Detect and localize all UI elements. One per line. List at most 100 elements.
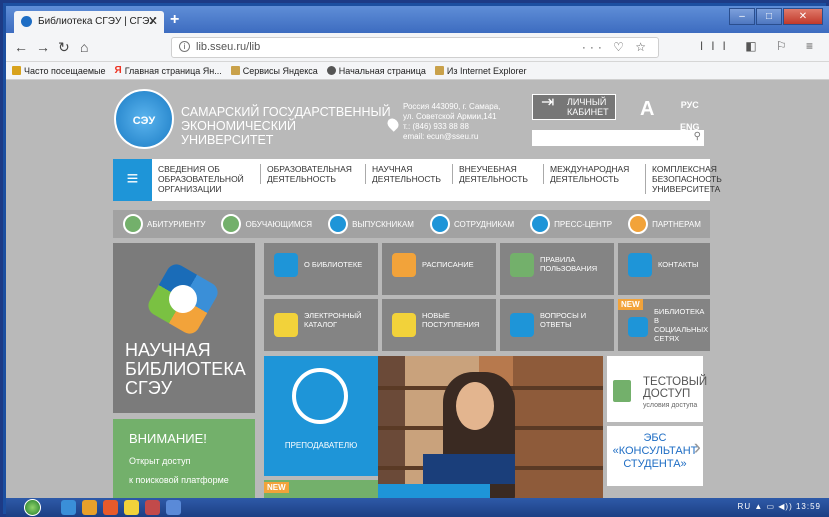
accessibility-font-button[interactable]: A [640, 98, 654, 121]
bookmark-yandex-services[interactable]: Сервисы Яндекса [230, 66, 318, 76]
tile-faq[interactable]: ВОПРОСЫ И ОТВЕТЫ [500, 299, 614, 351]
lang-en-link[interactable]: ENG [680, 116, 700, 138]
audience-applicant-link[interactable]: АБИТУРИЕНТУ [123, 214, 205, 234]
bookmark-most-visited[interactable]: Часто посещаемые [12, 66, 106, 76]
audience-bar: АБИТУРИЕНТУ ОБУЧАЮЩИМСЯ ВЫПУСКНИКАМ СОТР… [113, 210, 710, 238]
contact-info: Россия 443090, г. Самара, ул. Советской … [403, 102, 501, 141]
app-icon[interactable] [166, 500, 181, 515]
new-badge: NEW [618, 299, 643, 310]
tile-schedule[interactable]: РАСПИСАНИЕ [382, 243, 496, 295]
folder-icon [230, 66, 240, 75]
folder-icon [434, 66, 444, 75]
schedule-icon [392, 253, 416, 277]
students-icon [221, 214, 242, 234]
personal-cabinet-button[interactable]: ⇥ ЛИЧНЫЙ КАБИНЕТ [532, 94, 616, 120]
promo-photo [378, 356, 603, 498]
bookmark-start-page[interactable]: Начальная страница [326, 66, 426, 76]
star-icon [12, 66, 21, 75]
blue-tile-strip[interactable] [378, 484, 490, 498]
close-window-button[interactable]: ✕ [783, 8, 823, 25]
menu-item-security[interactable]: КОМПЛЕКСНАЯ БЕЗОПАСНОСТЬ УНИВЕРСИТЕТА [645, 164, 722, 194]
start-button[interactable] [24, 499, 41, 516]
menu-item-extracurricular[interactable]: ВНЕУЧЕБНАЯ ДЕЯТЕЛЬНОСТЬ [452, 164, 537, 184]
arrow-icon [274, 253, 298, 277]
tile-catalog[interactable]: ЭЛЕКТРОННЫЙ КАТАЛОГ [264, 299, 378, 351]
toolbar-icons[interactable]: III ◧ ⚐ ≡ [700, 39, 821, 53]
tab-bar: Библиотека СГЭУ | СГЭУ ✕ + – □ ✕ [6, 6, 829, 33]
attention-line1: Открыт доступ [129, 456, 191, 466]
active-tab[interactable]: Библиотека СГЭУ | СГЭУ ✕ [14, 11, 164, 33]
graduation-cap-icon [328, 214, 349, 234]
menu-item-science[interactable]: НАУЧНАЯ ДЕЯТЕЛЬНОСТЬ [365, 164, 447, 184]
language-indicator[interactable]: RU [738, 502, 752, 511]
handshake-icon [628, 214, 649, 234]
test-access-banner[interactable]: ТЕСТОВЫЙ ДОСТУП условия доступа [607, 356, 707, 422]
audience-partners-link[interactable]: ПАРТНЕРАМ [628, 214, 701, 234]
tile-contacts[interactable]: КОНТАКТЫ [618, 243, 710, 295]
university-logo[interactable]: СЭУ [114, 89, 174, 149]
audience-staff-link[interactable]: СОТРУДНИКАМ [429, 214, 514, 234]
tile-new-arrivals[interactable]: НОВЫЕ ПОСТУПЛЕНИЯ [382, 299, 496, 351]
teachers-icon [292, 368, 348, 424]
chrome-icon[interactable] [82, 500, 97, 515]
menu-item-org-info[interactable]: СВЕДЕНИЯ ОБ ОБРАЗОВАТЕЛЬНОЙ ОРГАНИЗАЦИИ [158, 164, 253, 194]
bookmark-from-ie[interactable]: Из Internet Explorer [434, 66, 527, 76]
library-hero[interactable]: НАУЧНАЯ БИБЛИОТЕКА СГЭУ [113, 243, 255, 413]
contacts-icon [628, 253, 652, 277]
clock[interactable]: 13:59 [796, 502, 821, 511]
address-bar[interactable]: i lib.sseu.ru/lib ··· ♡ ☆ [171, 37, 659, 58]
window-controls: – □ ✕ [728, 8, 823, 25]
menu-hamburger-icon[interactable]: ≡ [113, 159, 152, 201]
close-tab-icon[interactable]: ✕ [148, 14, 158, 28]
navigation-bar: ← → ↻ ⌂ i lib.sseu.ru/lib ··· ♡ ☆ III ◧ … [6, 33, 829, 62]
bookmarks-bar: Часто посещаемые Я Главная страница Ян...… [6, 62, 829, 80]
tile-social[interactable]: NEW БИБЛИОТЕКА В СОЦИАЛЬНЫХ СЕТЯХ [618, 299, 710, 351]
reload-icon[interactable]: ↻ [58, 39, 70, 56]
menu-item-education[interactable]: ОБРАЗОВАТЕЛЬНАЯ ДЕЯТЕЛЬНОСТЬ [260, 164, 358, 184]
ebs-student-consultant-banner[interactable]: ЭБС «КОНСУЛЬТАНТ СТУДЕНТА» › [607, 426, 703, 486]
forward-icon[interactable]: → [36, 39, 50, 55]
chevron-right-icon[interactable]: › [694, 436, 701, 458]
new-tab-button[interactable]: + [170, 11, 179, 29]
minimize-button[interactable]: – [729, 8, 755, 25]
menu-item-international[interactable]: МЕЖДУНАРОДНАЯ ДЕЯТЕЛЬНОСТЬ [543, 164, 641, 184]
maximize-button[interactable]: □ [756, 8, 782, 25]
tile-rules[interactable]: ПРАВИЛА ПОЛЬЗОВАНИЯ [500, 243, 614, 295]
web-page: СЭУ САМАРСКИЙ ГОСУДАРСТВЕННЫЙ ЭКОНОМИЧЕС… [6, 80, 829, 498]
audience-graduates-link[interactable]: ВЫПУСКНИКАМ [328, 214, 414, 234]
firefox-icon[interactable] [103, 500, 118, 515]
home-icon[interactable]: ⌂ [80, 39, 88, 55]
page-actions-icon[interactable]: ··· ♡ ☆ [582, 40, 650, 54]
media-icon[interactable] [145, 500, 160, 515]
bookmark-yandex-home[interactable]: Я Главная страница Ян... [115, 65, 222, 76]
login-icon: ⇥ [541, 94, 555, 111]
audience-press-link[interactable]: ПРЕСС-ЦЕНТР [530, 214, 612, 234]
tab-title: Библиотека СГЭУ | СГЭУ [38, 16, 156, 27]
tray-icons[interactable]: ▲ ▭ ◀)) [754, 502, 796, 511]
ie-icon[interactable] [61, 500, 76, 515]
windows-taskbar: RU ▲ ▭ ◀)) 13:59 [6, 498, 829, 517]
catalog-icon [274, 313, 298, 337]
site-header: СЭУ САМАРСКИЙ ГОСУДАРСТВЕННЫЙ ЭКОНОМИЧЕС… [113, 88, 713, 152]
audience-students-link[interactable]: ОБУЧАЮЩИМСЯ [221, 214, 312, 234]
library-title: НАУЧНАЯ БИБЛИОТЕКА СГЭУ [125, 340, 246, 398]
staff-icon [429, 214, 450, 234]
tile-teachers[interactable]: ПРЕПОДАВАТЕЛЮ [264, 356, 378, 476]
tile-about[interactable]: О БИБЛИОТЕКЕ [264, 243, 378, 295]
lang-ru-link[interactable]: РУС [680, 94, 700, 116]
folder-icon[interactable] [124, 500, 139, 515]
test-access-subtitle: условия доступа [643, 402, 698, 409]
new-badge: NEW [264, 482, 289, 493]
site-info-icon[interactable]: i [179, 41, 190, 52]
attention-banner[interactable]: ВНИМАНИЕ! Открыт доступ к поисковой плат… [113, 419, 255, 498]
new-tile-strip[interactable]: NEW [264, 480, 378, 498]
site-search-input[interactable]: ⚲ [532, 130, 704, 146]
browser-window: Библиотека СГЭУ | СГЭУ ✕ + – □ ✕ ← → ↻ ⌂… [0, 0, 829, 517]
system-tray: RU ▲ ▭ ◀)) 13:59 [738, 502, 821, 511]
lock-icon [613, 380, 631, 402]
attention-line2: к поисковой платформе [129, 475, 229, 485]
back-icon[interactable]: ← [14, 39, 28, 55]
test-access-title: ТЕСТОВЫЙ ДОСТУП [643, 376, 708, 400]
document-icon [510, 253, 534, 277]
main-menu: ≡ СВЕДЕНИЯ ОБ ОБРАЗОВАТЕЛЬНОЙ ОРГАНИЗАЦИ… [113, 159, 722, 201]
